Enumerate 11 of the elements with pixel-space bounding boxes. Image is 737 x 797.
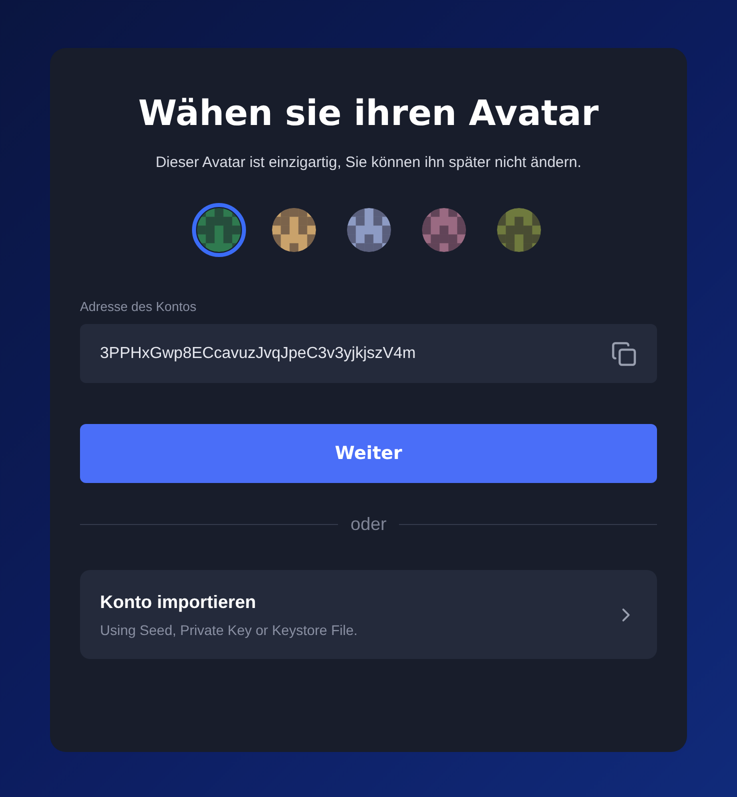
import-subtitle: Using Seed, Private Key or Keystore File. — [100, 620, 358, 640]
dialog-subtitle: Dieser Avatar ist einzigartig, Sie können ihn später nicht ändern. — [156, 153, 582, 173]
address-value: 3PPHxGwp8ECcavuzJvqJpeC3v3yjkjszV4m — [100, 344, 416, 364]
copy-icon[interactable] — [611, 340, 637, 366]
divider-label: oder — [350, 513, 387, 536]
address-label: Adresse des Kontos — [80, 298, 198, 316]
import-account-item[interactable]: Konto importieren Using Seed, Private Key or Keystore File. — [80, 570, 657, 659]
dialog-title: Wähen sie ihren Avatar — [138, 93, 599, 136]
import-title: Konto importieren — [100, 590, 257, 614]
address-field[interactable]: 3PPHxGwp8ECcavuzJvqJpeC3v3yjkjszV4m — [80, 324, 657, 383]
continue-button[interactable]: Weiter — [80, 424, 657, 483]
